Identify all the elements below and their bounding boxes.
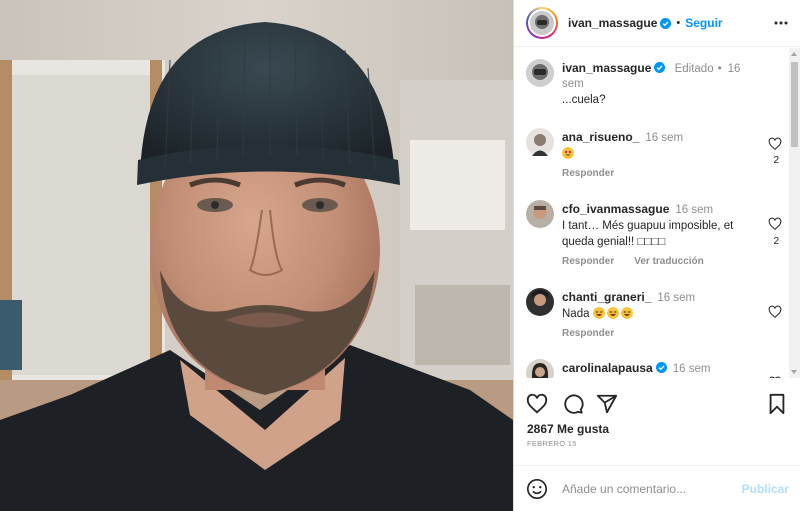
scroll-down-arrow-icon[interactable] [791,370,797,374]
comment-text: Nada [562,306,752,322]
post-side-panel: ivan_massague • Seguir ivan_massague Edi… [513,0,800,511]
caption-avatar[interactable] [526,59,554,87]
comment-text-content: Nada [562,308,593,320]
instagram-post-viewer: ivan_massague • Seguir ivan_massague Edi… [0,0,800,511]
post-header: ivan_massague • Seguir [514,0,800,47]
comment-like-count: 2 [773,155,779,166]
comment-username[interactable]: ana_risueno_ [562,130,639,144]
avatar-image [530,11,554,35]
comment-like-heart-icon[interactable] [768,305,782,319]
comment-username[interactable]: carolinalapausa [562,361,653,375]
comment-time: 16 sem [657,292,696,304]
comment-time: 16 sem [675,204,714,216]
author-username[interactable]: ivan_massague [568,16,657,30]
comments-list[interactable]: ivan_massague Editado • 16 sem ...cuela? a… [514,48,790,378]
caption-username[interactable]: ivan_massague [562,61,651,75]
publish-button[interactable]: Publicar [742,482,789,496]
see-translation-button[interactable]: Ver traducción [634,256,703,267]
comment-username[interactable]: cfo_ivanmassague [562,202,669,216]
comment-input[interactable]: Añade un comentario... [562,482,742,496]
post-likes-count[interactable]: 2867 Me gusta [527,422,609,436]
post-photo [0,0,513,511]
comment-username[interactable]: chanti_graneri_ [562,290,651,304]
comment-time: 16 sem [672,363,711,375]
commenter-avatar[interactable] [526,359,554,378]
laughing-emoji-icon [620,307,633,319]
star-struck-emoji-icon [562,147,574,159]
comment-text [562,377,752,378]
caption-dot: • [717,63,722,75]
bookmark-icon[interactable] [767,393,787,415]
comment-like-count: 2 [773,236,779,247]
commenter-avatar[interactable] [526,200,554,228]
reply-button[interactable]: Responder [562,256,614,267]
comment-time: 16 sem [645,132,684,144]
laughing-emoji-icon [606,307,619,319]
laughing-emoji-icon [592,307,605,319]
comment-text: I tant… Més guapuu imposible, et queda g… [562,220,734,248]
comment-icon[interactable] [562,393,584,415]
emoji-icon[interactable] [526,478,548,500]
caption-edited-label: Editado [674,63,714,75]
add-comment-bar: Añade un comentario... Publicar [514,465,800,511]
post-action-bar [514,389,800,419]
comment-like-heart-icon[interactable] [768,376,782,378]
scroll-up-arrow-icon[interactable] [791,52,797,56]
comments-scrollbar[interactable] [789,48,800,378]
reply-button[interactable]: Responder [562,328,614,339]
comment-text [562,146,752,162]
verified-badge-icon [655,362,667,373]
selfie-image [0,0,513,511]
commenter-avatar[interactable] [526,128,554,156]
post-date: FEBRERO 15 [527,439,577,448]
comment-like-heart-icon[interactable] [768,217,782,231]
like-heart-icon[interactable] [526,393,548,415]
verified-badge-icon [660,17,672,29]
verified-badge-icon [654,62,666,73]
more-options-icon[interactable] [774,21,788,25]
scrollbar-thumb[interactable] [791,62,798,147]
author-avatar[interactable] [526,7,558,39]
follow-button[interactable]: Seguir [685,16,722,30]
share-icon[interactable] [596,393,618,415]
reply-button[interactable]: Responder [562,168,614,179]
caption-text: ...cuela? [562,94,606,106]
comment-like-heart-icon[interactable] [768,137,782,151]
commenter-avatar[interactable] [526,288,554,316]
separator-dot: • [676,17,681,29]
